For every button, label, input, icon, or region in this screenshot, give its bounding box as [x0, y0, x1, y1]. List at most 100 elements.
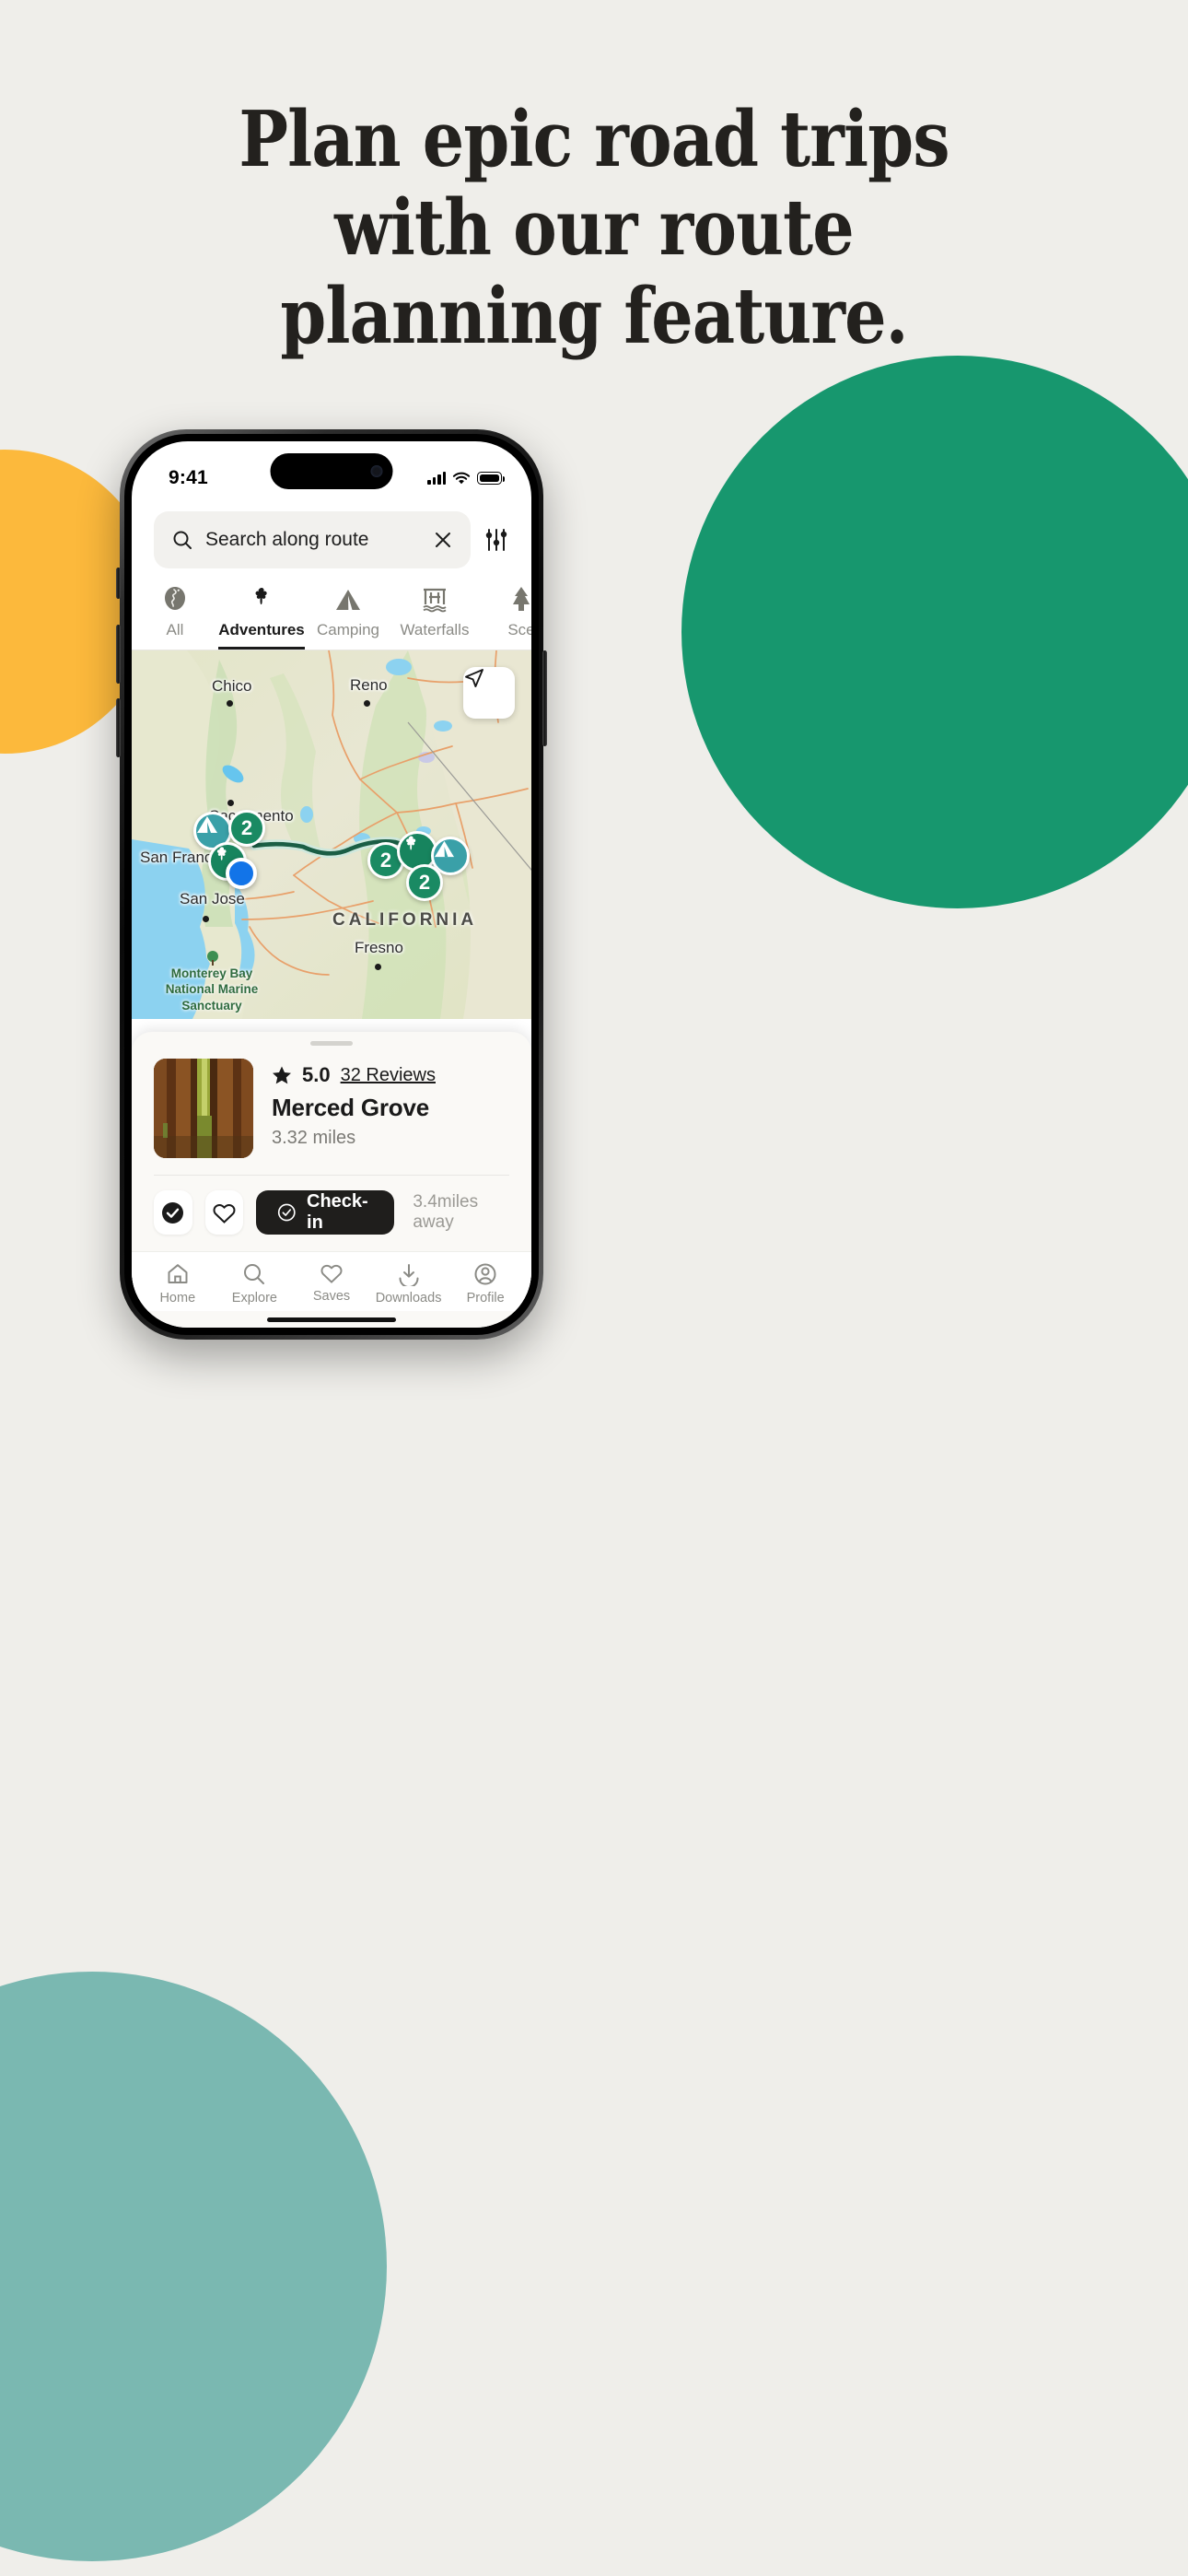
favorite-button[interactable] [204, 1190, 244, 1235]
tab-scenic[interactable]: Sce [478, 585, 531, 650]
tab-camping[interactable]: Camping [305, 585, 391, 650]
page-headline: Plan epic road trips with our route plan… [83, 101, 1104, 355]
tab-adventures-label: Adventures [218, 621, 305, 638]
dynamic-island [270, 453, 393, 489]
waterfall-icon [421, 585, 448, 613]
redwood-photo [154, 1059, 253, 1158]
search-icon [173, 531, 192, 549]
map-label-california: CALIFORNIA [332, 910, 478, 930]
poi-thumbnail[interactable] [154, 1059, 253, 1158]
tab-adventures[interactable]: Adventures [218, 585, 305, 650]
nav-saves-label: Saves [312, 1289, 351, 1304]
distance-away-text: 3.4miles away [413, 1192, 479, 1232]
map-dot-san-jose [203, 916, 209, 922]
status-clock: 9:41 [169, 467, 208, 488]
action-row: Check-in 3.4miles away [154, 1175, 509, 1251]
tree-icon [248, 585, 275, 613]
map-dot-sacramento [227, 800, 234, 806]
tab-waterfalls-label: Waterfalls [400, 621, 470, 638]
map-dot-fresno [375, 964, 381, 970]
search-input[interactable]: Search along route [154, 511, 471, 568]
search-row: Search along route [132, 500, 531, 568]
map-dot-chico [227, 700, 233, 707]
tree-icon [406, 836, 416, 850]
locate-me-button[interactable] [463, 667, 515, 719]
user-location-dot [226, 858, 257, 889]
headline-line-2: with our route [334, 182, 855, 273]
count-badge[interactable]: 2 [228, 810, 265, 847]
rating-row: 5.0 32 Reviews [272, 1063, 509, 1087]
pine-tree-icon [509, 585, 531, 613]
volume-down-button[interactable] [116, 698, 121, 757]
count-badge-label: 2 [240, 816, 253, 839]
bottom-tab-bar: Home Explore Saves Downloads Profile [132, 1251, 531, 1311]
nav-explore[interactable]: Explore [216, 1262, 294, 1306]
tent-icon [197, 816, 217, 833]
count-badge-2-label: 2 [379, 849, 392, 872]
power-button[interactable] [542, 650, 547, 746]
decorative-teal-circle [0, 1972, 387, 2561]
search-value: Search along route [205, 529, 369, 550]
map-label-monterey-sanctuary: Monterey Bay National Marine Sanctuary [165, 966, 259, 1013]
nav-downloads-label: Downloads [375, 1291, 442, 1306]
poi-summary[interactable]: 5.0 32 Reviews Merced Grove 3.32 miles [132, 1046, 531, 1158]
check-in-label: Check-in [307, 1191, 368, 1233]
detail-sheet: 5.0 32 Reviews Merced Grove 3.32 miles C… [132, 1032, 531, 1328]
check-circle-filled-icon [162, 1201, 184, 1224]
nav-downloads[interactable]: Downloads [370, 1262, 448, 1306]
nav-home-label: Home [159, 1291, 196, 1306]
home-indicator [267, 1317, 396, 1322]
visited-toggle-button[interactable] [154, 1190, 192, 1235]
headline-line-1: Plan epic road trips [239, 94, 949, 184]
battery-icon [477, 472, 505, 485]
poi-name: Merced Grove [272, 1094, 430, 1121]
navigate-arrow-icon [465, 669, 483, 687]
heart-icon [320, 1264, 343, 1283]
status-indicators [427, 472, 505, 486]
decorative-green-circle [681, 356, 1188, 908]
cellular-bars-icon [427, 472, 446, 485]
check-circle-outline-icon [278, 1203, 297, 1222]
filter-sliders-icon[interactable] [483, 527, 509, 553]
front-camera-icon [370, 465, 383, 477]
heart-outline-icon [213, 1203, 236, 1224]
tent-icon [334, 585, 362, 613]
count-badge-3[interactable]: 2 [406, 864, 443, 901]
volume-up-button[interactable] [116, 625, 121, 684]
rating-value: 5.0 [302, 1063, 331, 1086]
close-icon[interactable] [434, 531, 452, 549]
map-label-san-jose: San Jose [180, 890, 245, 907]
home-icon [168, 1264, 188, 1283]
phone-mockup: 9:41 Search along route All Adventures C… [116, 429, 547, 1340]
map-label-reno: Reno [350, 676, 388, 694]
wifi-icon [452, 472, 471, 484]
poi-details: 5.0 32 Reviews Merced Grove 3.32 miles [272, 1059, 509, 1158]
status-bar: 9:41 [132, 441, 531, 500]
nav-profile[interactable]: Profile [447, 1262, 524, 1306]
tab-all-label: All [166, 621, 184, 638]
phone-screen: 9:41 Search along route All Adventures C… [132, 441, 531, 1328]
poi-distance: 3.32 miles [272, 1128, 356, 1148]
download-icon [399, 1264, 419, 1286]
tab-all[interactable]: All [132, 585, 218, 650]
nav-explore-label: Explore [231, 1291, 277, 1306]
headline-line-3: planning feature. [280, 271, 908, 361]
map-label-fresno: Fresno [355, 939, 403, 956]
silent-switch[interactable] [116, 568, 121, 599]
count-badge-3-label: 2 [418, 871, 431, 894]
phone-bezel: 9:41 Search along route All Adventures C… [124, 434, 539, 1335]
tent-icon [435, 840, 454, 858]
person-circle-icon [474, 1263, 496, 1285]
tab-scenic-label: Sce [507, 621, 531, 638]
nav-home[interactable]: Home [139, 1262, 216, 1306]
category-tabs: All Adventures Camping Waterfalls Sc [132, 568, 531, 650]
nav-profile-label: Profile [466, 1291, 505, 1306]
map-view[interactable]: Chico Reno Sacramento San Francisco San … [132, 650, 531, 1019]
reviews-link[interactable]: 32 Reviews [341, 1065, 436, 1086]
map-label-chico: Chico [212, 677, 252, 695]
star-icon [273, 1066, 291, 1084]
nav-saves[interactable]: Saves [293, 1262, 370, 1306]
globe-icon [162, 585, 188, 613]
tab-waterfalls[interactable]: Waterfalls [391, 585, 478, 650]
check-in-button[interactable]: Check-in [256, 1190, 395, 1235]
